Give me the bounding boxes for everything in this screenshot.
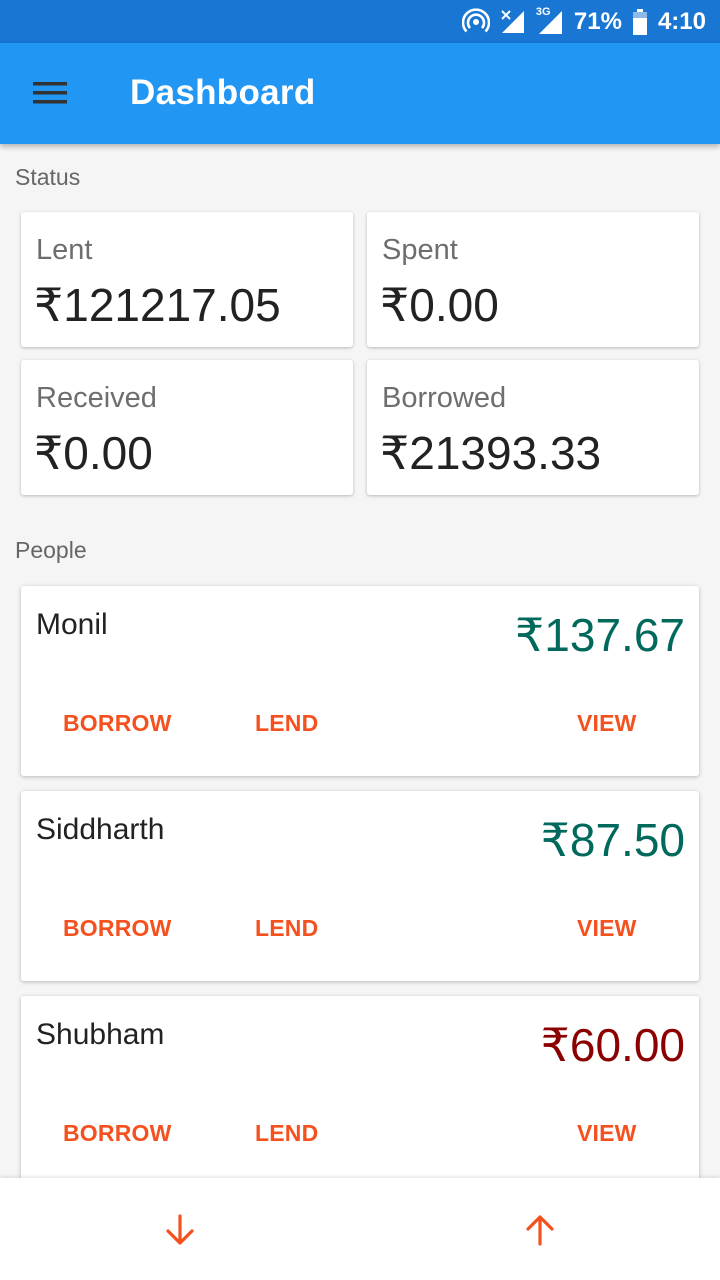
page-title: Dashboard bbox=[130, 73, 316, 112]
stat-label: Spent bbox=[382, 234, 458, 266]
stat-value: ₹0.00 bbox=[34, 427, 153, 479]
stat-label: Lent bbox=[36, 234, 93, 266]
person-card-shubham[interactable]: Shubham ₹60.00 BORROW LEND VIEW bbox=[21, 996, 699, 1186]
person-name: Shubham bbox=[36, 1018, 165, 1051]
status-icons: 3G 71% 4:10 bbox=[461, 0, 706, 43]
arrow-up-icon bbox=[526, 1215, 554, 1246]
stat-label: Borrowed bbox=[382, 382, 507, 414]
stat-card-received[interactable]: Received ₹0.00 bbox=[21, 360, 353, 495]
system-status-bar: 3G 71% 4:10 bbox=[0, 0, 720, 43]
person-card-siddharth[interactable]: Siddharth ₹87.50 BORROW LEND VIEW bbox=[21, 791, 699, 981]
people-section-label: People bbox=[15, 537, 87, 563]
stat-value: ₹121217.05 bbox=[34, 279, 281, 331]
person-name: Siddharth bbox=[36, 813, 165, 846]
status-section-label: Status bbox=[15, 164, 81, 190]
person-card-monil[interactable]: Monil ₹137.67 BORROW LEND VIEW bbox=[21, 586, 699, 776]
borrow-button[interactable]: BORROW bbox=[63, 710, 172, 737]
signal-3g-icon: 3G bbox=[536, 6, 564, 36]
arrow-down-icon bbox=[166, 1214, 194, 1245]
view-button[interactable]: VIEW bbox=[577, 710, 637, 737]
lend-button[interactable]: LEND bbox=[255, 710, 318, 737]
lend-button[interactable]: LEND bbox=[255, 1120, 318, 1147]
person-amount: ₹87.50 bbox=[540, 814, 685, 866]
stat-card-borrowed[interactable]: Borrowed ₹21393.33 bbox=[367, 360, 699, 495]
signal-no-sim-icon bbox=[501, 9, 524, 33]
stat-card-lent[interactable]: Lent ₹121217.05 bbox=[21, 212, 353, 347]
borrow-button[interactable]: BORROW bbox=[63, 915, 172, 942]
person-name: Monil bbox=[36, 608, 108, 641]
stat-value: ₹21393.33 bbox=[380, 427, 602, 479]
receive-button[interactable] bbox=[160, 1210, 200, 1250]
view-button[interactable]: VIEW bbox=[577, 915, 637, 942]
borrow-button[interactable]: BORROW bbox=[63, 1120, 172, 1147]
app-bar: Dashboard bbox=[0, 43, 720, 144]
menu-button[interactable] bbox=[28, 71, 72, 115]
hamburger-menu-icon bbox=[33, 82, 67, 104]
clock: 4:10 bbox=[657, 7, 706, 35]
stat-label: Received bbox=[36, 382, 157, 414]
person-amount: ₹60.00 bbox=[540, 1019, 685, 1071]
battery-icon bbox=[632, 8, 647, 35]
hotspot-icon bbox=[461, 7, 490, 32]
stat-value: ₹0.00 bbox=[380, 279, 499, 331]
stat-card-spent[interactable]: Spent ₹0.00 bbox=[367, 212, 699, 347]
bottom-action-bar bbox=[0, 1178, 720, 1280]
battery-percent: 71% bbox=[573, 7, 622, 35]
person-amount: ₹137.67 bbox=[515, 609, 685, 661]
view-button[interactable]: VIEW bbox=[577, 1120, 637, 1147]
lend-button[interactable]: LEND bbox=[255, 915, 318, 942]
send-button[interactable] bbox=[520, 1210, 560, 1250]
